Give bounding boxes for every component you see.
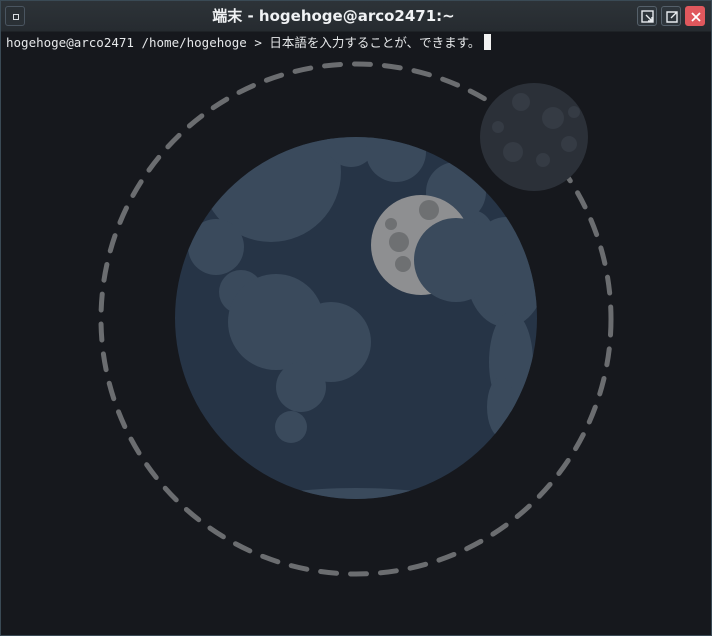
maximize-button[interactable] — [661, 6, 681, 26]
prompt-cwd: /home/hogehoge — [141, 35, 247, 50]
prompt-symbol: > — [254, 35, 262, 50]
command-line[interactable]: hogehoge@arco2471 /home/hogehoge > 日本語を入… — [6, 34, 492, 52]
terminal-window: 端末 - hogehoge@arco2471:~ hogehoge@arco24… — [0, 0, 712, 636]
window-title: 端末 - hogehoge@arco2471:~ — [212, 7, 455, 25]
window-menu-button[interactable] — [5, 6, 25, 26]
close-icon — [691, 12, 701, 22]
maximize-icon — [666, 11, 678, 23]
close-button[interactable] — [685, 6, 705, 26]
text-cursor — [484, 34, 492, 50]
minimize-button[interactable] — [637, 6, 657, 26]
title-bar[interactable]: 端末 - hogehoge@arco2471:~ — [1, 1, 711, 32]
minimize-icon — [641, 10, 654, 23]
terminal-area[interactable]: hogehoge@arco2471 /home/hogehoge > 日本語を入… — [1, 32, 711, 635]
window-menu-icon — [13, 14, 19, 20]
distant-moon — [480, 83, 588, 191]
prompt-user-host: hogehoge@arco2471 — [6, 35, 134, 50]
command-input[interactable]: 日本語を入力することが、できます。 — [269, 35, 480, 50]
earth-moon-wallpaper — [98, 61, 614, 577]
